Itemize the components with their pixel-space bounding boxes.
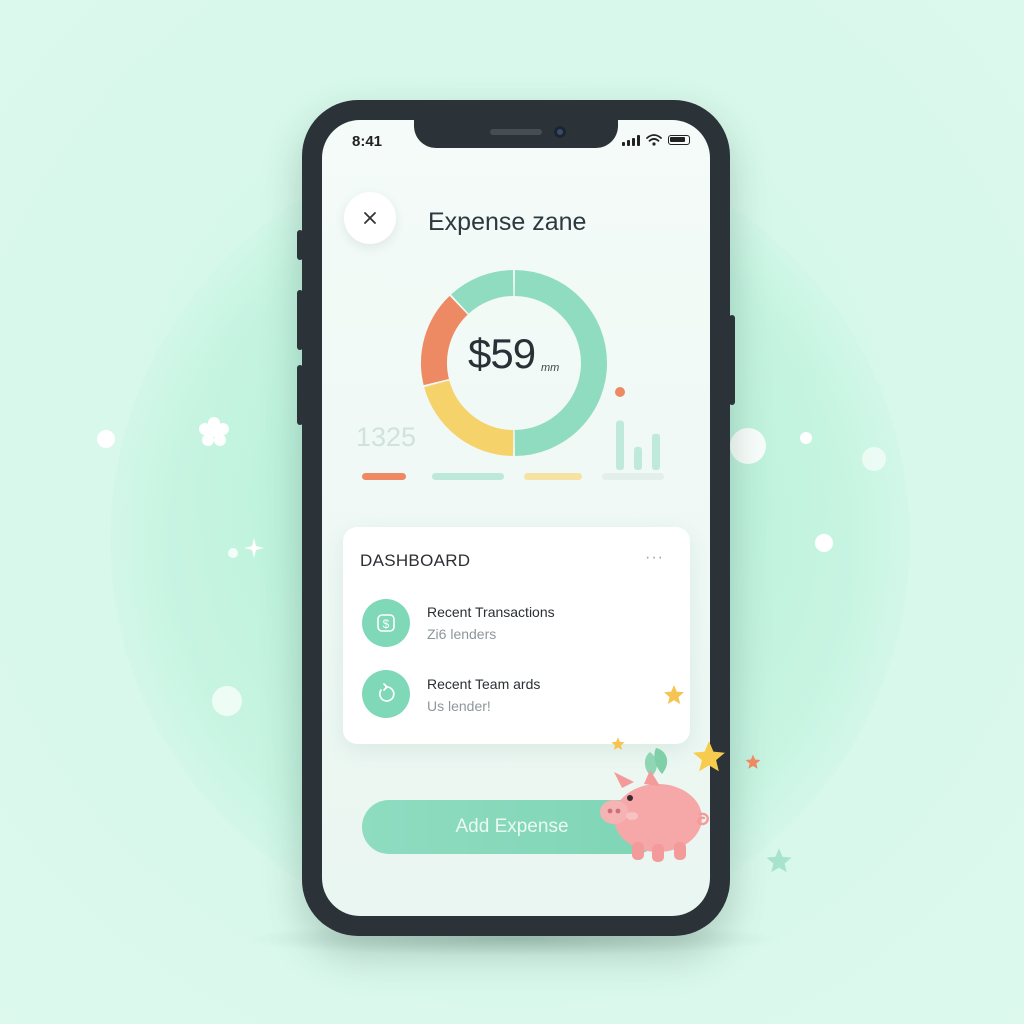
mini-bar-dot (615, 387, 625, 397)
status-icons (622, 134, 690, 146)
donut-slice (451, 270, 514, 315)
sparkle-dot (212, 686, 242, 716)
sparkle-dot (800, 432, 812, 444)
close-icon (364, 212, 376, 224)
mini-bar (634, 446, 642, 470)
orange-star-icon (745, 754, 761, 769)
legend-bar (362, 473, 406, 480)
volume-button (297, 365, 303, 425)
flower-sparkle-icon (199, 417, 229, 446)
secondary-value: 1325 (356, 422, 417, 452)
total-amount: $59 (468, 330, 536, 377)
list-item-subtitle: Us lender! (427, 698, 491, 714)
legend-bar (524, 473, 582, 480)
gold-star-icon (664, 685, 684, 704)
sparkle-dot (228, 548, 238, 558)
list-item-title[interactable]: Recent Team ards (427, 676, 540, 692)
more-menu-button[interactable]: ··· (645, 549, 664, 567)
close-button[interactable] (344, 192, 396, 244)
mini-bar (652, 433, 660, 470)
star-sparkle-icon (244, 538, 264, 558)
donut-slice (424, 379, 514, 456)
battery-icon (668, 135, 690, 145)
legend-bar (602, 473, 664, 480)
sparkle-dot (97, 430, 115, 448)
notch (414, 120, 618, 148)
signal-icon (622, 134, 640, 146)
piggy-bank-icon (600, 748, 709, 862)
camera (554, 126, 566, 138)
donut-slice (421, 295, 468, 386)
mini-bar (616, 420, 624, 470)
list-item-subtitle: Zi6 lenders (427, 626, 497, 642)
list-item-title[interactable]: Recent Transactions (427, 604, 555, 620)
svg-text:$: $ (383, 617, 390, 631)
sparkle-dot (730, 428, 766, 464)
volume-button (297, 230, 303, 260)
sparkle-dot (862, 447, 886, 471)
speaker (490, 129, 542, 135)
star-outline-icon (766, 848, 792, 873)
mini-bar-chart (615, 387, 660, 470)
status-time: 8:41 (352, 133, 383, 150)
page-title: Expense zane (428, 208, 587, 236)
sparkle-dot (815, 534, 833, 552)
dashboard-title: DASHBOARD (360, 551, 471, 570)
amount-unit: mm (541, 362, 560, 374)
dollar-icon[interactable]: $ (362, 599, 410, 647)
volume-button (297, 290, 303, 350)
refresh-icon[interactable] (362, 670, 410, 718)
legend-bar (432, 473, 504, 480)
power-button (729, 315, 735, 405)
dashboard-card: DASHBOARD ··· $ Recent Transactions Zi6 … (343, 527, 690, 744)
wifi-icon (646, 134, 662, 146)
